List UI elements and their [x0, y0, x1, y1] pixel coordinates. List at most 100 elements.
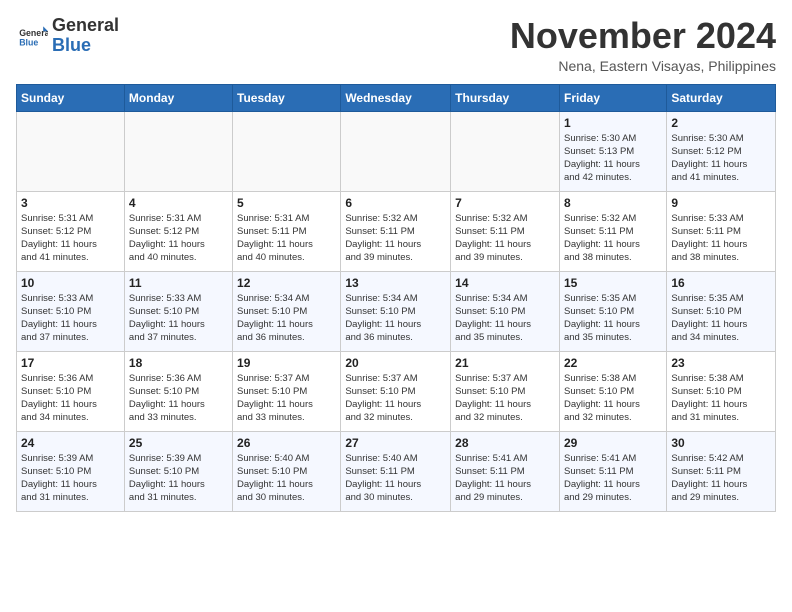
calendar-cell: 20 Sunrise: 5:37 AMSunset: 5:10 PMDayligh…	[341, 351, 451, 431]
logo-icon: General Blue	[16, 20, 48, 52]
day-info: Sunrise: 5:32 AMSunset: 5:11 PMDaylight:…	[564, 212, 662, 265]
calendar-cell: 4Sunrise: 5:31 AMSunset: 5:12 PMDaylight…	[124, 191, 232, 271]
day-number: 20	[345, 356, 446, 370]
day-number: 2	[671, 116, 771, 130]
day-number: 23	[671, 356, 771, 370]
day-number: 14	[455, 276, 555, 290]
day-info: Sunrise: 5:34 AMSunset: 5:10 PMDaylight:…	[345, 292, 446, 345]
calendar-cell	[17, 111, 125, 191]
day-number: 9	[671, 196, 771, 210]
calendar-cell: 29Sunrise: 5:41 AMSunset: 5:11 PMDayligh…	[559, 431, 666, 511]
day-number: 28	[455, 436, 555, 450]
day-number: 7	[455, 196, 555, 210]
day-info: Sunrise: 5:34 AMSunset: 5:10 PMDaylight:…	[455, 292, 555, 345]
day-number: 5	[237, 196, 336, 210]
day-number: 10	[21, 276, 120, 290]
day-info: Sunrise: 5:33 AMSunset: 5:10 PMDaylight:…	[21, 292, 120, 345]
logo-general: General	[52, 15, 119, 35]
calendar-cell: 11 Sunrise: 5:33 AMSunset: 5:10 PMDayligh…	[124, 271, 232, 351]
day-info: Sunrise: 5:41 AMSunset: 5:11 PMDaylight:…	[455, 452, 555, 505]
day-number: 18	[129, 356, 228, 370]
calendar-cell: 27 Sunrise: 5:40 AMSunset: 5:11 PMDayligh…	[341, 431, 451, 511]
day-number: 27	[345, 436, 446, 450]
calendar-cell: 3 Sunrise: 5:31 AMSunset: 5:12 PMDaylight…	[17, 191, 125, 271]
day-number: 17	[21, 356, 120, 370]
day-info: Sunrise: 5:36 AMSunset: 5:10 PMDaylight:…	[21, 372, 120, 425]
day-info: Sunrise: 5:36 AMSunset: 5:10 PMDaylight:…	[129, 372, 228, 425]
day-info: Sunrise: 5:42 AMSunset: 5:11 PMDaylight:…	[671, 452, 771, 505]
weekday-header: Monday	[124, 84, 232, 111]
day-number: 15	[564, 276, 662, 290]
calendar-cell: 7Sunrise: 5:32 AMSunset: 5:11 PMDaylight…	[451, 191, 560, 271]
day-info: Sunrise: 5:33 AMSunset: 5:11 PMDaylight:…	[671, 212, 771, 265]
calendar-cell: 26Sunrise: 5:40 AMSunset: 5:10 PMDayligh…	[233, 431, 341, 511]
day-number: 3	[21, 196, 120, 210]
day-info: Sunrise: 5:38 AMSunset: 5:10 PMDaylight:…	[564, 372, 662, 425]
day-number: 1	[564, 116, 662, 130]
day-number: 4	[129, 196, 228, 210]
weekday-header: Friday	[559, 84, 666, 111]
logo: General Blue General Blue	[16, 16, 119, 56]
day-number: 22	[564, 356, 662, 370]
calendar-cell	[341, 111, 451, 191]
day-info: Sunrise: 5:39 AMSunset: 5:10 PMDaylight:…	[129, 452, 228, 505]
day-info: Sunrise: 5:37 AMSunset: 5:10 PMDaylight:…	[345, 372, 446, 425]
calendar-table: SundayMondayTuesdayWednesdayThursdayFrid…	[16, 84, 776, 512]
page-header: General Blue General Blue November 2024 …	[16, 16, 776, 74]
day-number: 25	[129, 436, 228, 450]
calendar-cell: 30Sunrise: 5:42 AMSunset: 5:11 PMDayligh…	[667, 431, 776, 511]
calendar-cell: 24 Sunrise: 5:39 AMSunset: 5:10 PMDayligh…	[17, 431, 125, 511]
day-number: 13	[345, 276, 446, 290]
day-info: Sunrise: 5:31 AMSunset: 5:11 PMDaylight:…	[237, 212, 336, 265]
weekday-header: Tuesday	[233, 84, 341, 111]
calendar-cell: 18 Sunrise: 5:36 AMSunset: 5:10 PMDayligh…	[124, 351, 232, 431]
day-info: Sunrise: 5:41 AMSunset: 5:11 PMDaylight:…	[564, 452, 662, 505]
day-info: Sunrise: 5:40 AMSunset: 5:11 PMDaylight:…	[345, 452, 446, 505]
day-number: 8	[564, 196, 662, 210]
calendar-cell: 2 Sunrise: 5:30 AMSunset: 5:12 PMDaylight…	[667, 111, 776, 191]
title-block: November 2024 Nena, Eastern Visayas, Phi…	[510, 16, 776, 74]
day-info: Sunrise: 5:37 AMSunset: 5:10 PMDaylight:…	[237, 372, 336, 425]
day-info: Sunrise: 5:35 AMSunset: 5:10 PMDaylight:…	[564, 292, 662, 345]
calendar-cell: 28 Sunrise: 5:41 AMSunset: 5:11 PMDayligh…	[451, 431, 560, 511]
calendar-cell	[233, 111, 341, 191]
location: Nena, Eastern Visayas, Philippines	[510, 58, 776, 74]
day-info: Sunrise: 5:32 AMSunset: 5:11 PMDaylight:…	[345, 212, 446, 265]
day-info: Sunrise: 5:39 AMSunset: 5:10 PMDaylight:…	[21, 452, 120, 505]
calendar-cell: 6 Sunrise: 5:32 AMSunset: 5:11 PMDaylight…	[341, 191, 451, 271]
calendar-cell: 25 Sunrise: 5:39 AMSunset: 5:10 PMDayligh…	[124, 431, 232, 511]
day-info: Sunrise: 5:40 AMSunset: 5:10 PMDaylight:…	[237, 452, 336, 505]
day-number: 21	[455, 356, 555, 370]
calendar-cell: 8 Sunrise: 5:32 AMSunset: 5:11 PMDaylight…	[559, 191, 666, 271]
day-number: 16	[671, 276, 771, 290]
calendar-cell: 17 Sunrise: 5:36 AMSunset: 5:10 PMDayligh…	[17, 351, 125, 431]
weekday-header: Wednesday	[341, 84, 451, 111]
calendar-cell: 13 Sunrise: 5:34 AMSunset: 5:10 PMDayligh…	[341, 271, 451, 351]
calendar-cell: 15 Sunrise: 5:35 AMSunset: 5:10 PMDayligh…	[559, 271, 666, 351]
weekday-header: Thursday	[451, 84, 560, 111]
day-info: Sunrise: 5:35 AMSunset: 5:10 PMDaylight:…	[671, 292, 771, 345]
calendar-cell: 21 Sunrise: 5:37 AMSunset: 5:10 PMDayligh…	[451, 351, 560, 431]
weekday-header: Saturday	[667, 84, 776, 111]
logo-text: General Blue	[52, 16, 119, 56]
day-info: Sunrise: 5:30 AMSunset: 5:12 PMDaylight:…	[671, 132, 771, 185]
day-number: 11	[129, 276, 228, 290]
calendar-cell: 1 Sunrise: 5:30 AMSunset: 5:13 PMDaylight…	[559, 111, 666, 191]
day-info: Sunrise: 5:30 AMSunset: 5:13 PMDaylight:…	[564, 132, 662, 185]
weekday-header: Sunday	[17, 84, 125, 111]
calendar-cell: 22 Sunrise: 5:38 AMSunset: 5:10 PMDayligh…	[559, 351, 666, 431]
logo-blue: Blue	[52, 35, 91, 55]
day-number: 6	[345, 196, 446, 210]
calendar-cell: 10 Sunrise: 5:33 AMSunset: 5:10 PMDayligh…	[17, 271, 125, 351]
day-info: Sunrise: 5:33 AMSunset: 5:10 PMDaylight:…	[129, 292, 228, 345]
calendar-cell: 9 Sunrise: 5:33 AMSunset: 5:11 PMDaylight…	[667, 191, 776, 271]
calendar-cell	[451, 111, 560, 191]
svg-text:Blue: Blue	[19, 37, 38, 47]
day-info: Sunrise: 5:37 AMSunset: 5:10 PMDaylight:…	[455, 372, 555, 425]
calendar-cell: 19Sunrise: 5:37 AMSunset: 5:10 PMDayligh…	[233, 351, 341, 431]
day-number: 24	[21, 436, 120, 450]
month-title: November 2024	[510, 16, 776, 56]
calendar-cell	[124, 111, 232, 191]
calendar-cell: 16 Sunrise: 5:35 AMSunset: 5:10 PMDayligh…	[667, 271, 776, 351]
day-info: Sunrise: 5:31 AMSunset: 5:12 PMDaylight:…	[21, 212, 120, 265]
